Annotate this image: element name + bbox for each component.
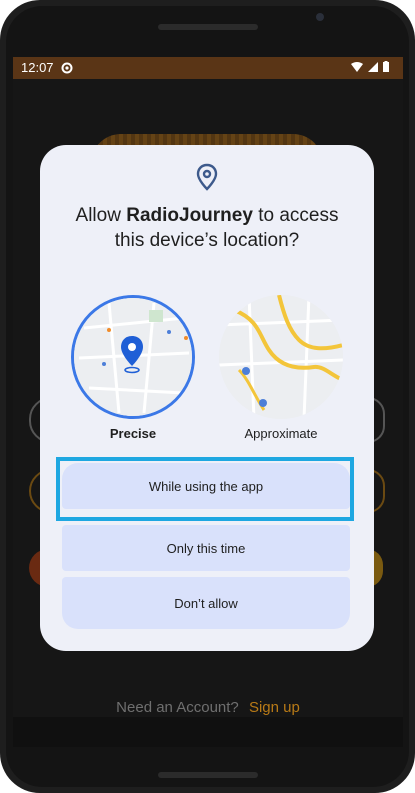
account-prompt: Need an Account? Sign up xyxy=(13,699,403,716)
location-permission-dialog: Allow RadioJourney to access this device… xyxy=(40,145,374,651)
gear-icon xyxy=(61,62,73,74)
front-camera xyxy=(316,13,324,21)
navigation-bar xyxy=(13,717,403,747)
precise-label: Precise xyxy=(109,426,157,441)
while-using-app-button[interactable]: While using the app xyxy=(62,463,350,509)
signal-icon xyxy=(368,61,378,72)
approximate-label: Approximate xyxy=(244,426,318,441)
status-bar: 12:07 xyxy=(13,57,403,79)
account-prompt-text: Need an Account? xyxy=(116,699,239,716)
dont-allow-button[interactable]: Don’t allow xyxy=(62,577,350,629)
location-pin-icon xyxy=(196,163,218,191)
signup-link[interactable]: Sign up xyxy=(249,699,300,716)
earpiece-speaker xyxy=(158,24,258,30)
bottom-speaker xyxy=(158,772,258,778)
wifi-icon xyxy=(351,61,363,72)
status-icons xyxy=(351,61,389,72)
approximate-map-icon xyxy=(219,295,343,419)
precise-map-icon xyxy=(74,298,192,416)
only-this-time-button[interactable]: Only this time xyxy=(62,525,350,571)
app-name: RadioJourney xyxy=(126,205,253,226)
status-time: 12:07 xyxy=(21,60,54,75)
dialog-title: Allow RadioJourney to access this device… xyxy=(60,203,354,253)
title-prefix: Allow xyxy=(75,205,127,226)
battery-icon xyxy=(383,61,389,72)
approximate-map-option[interactable] xyxy=(219,295,343,419)
precise-map-option[interactable] xyxy=(71,295,195,419)
